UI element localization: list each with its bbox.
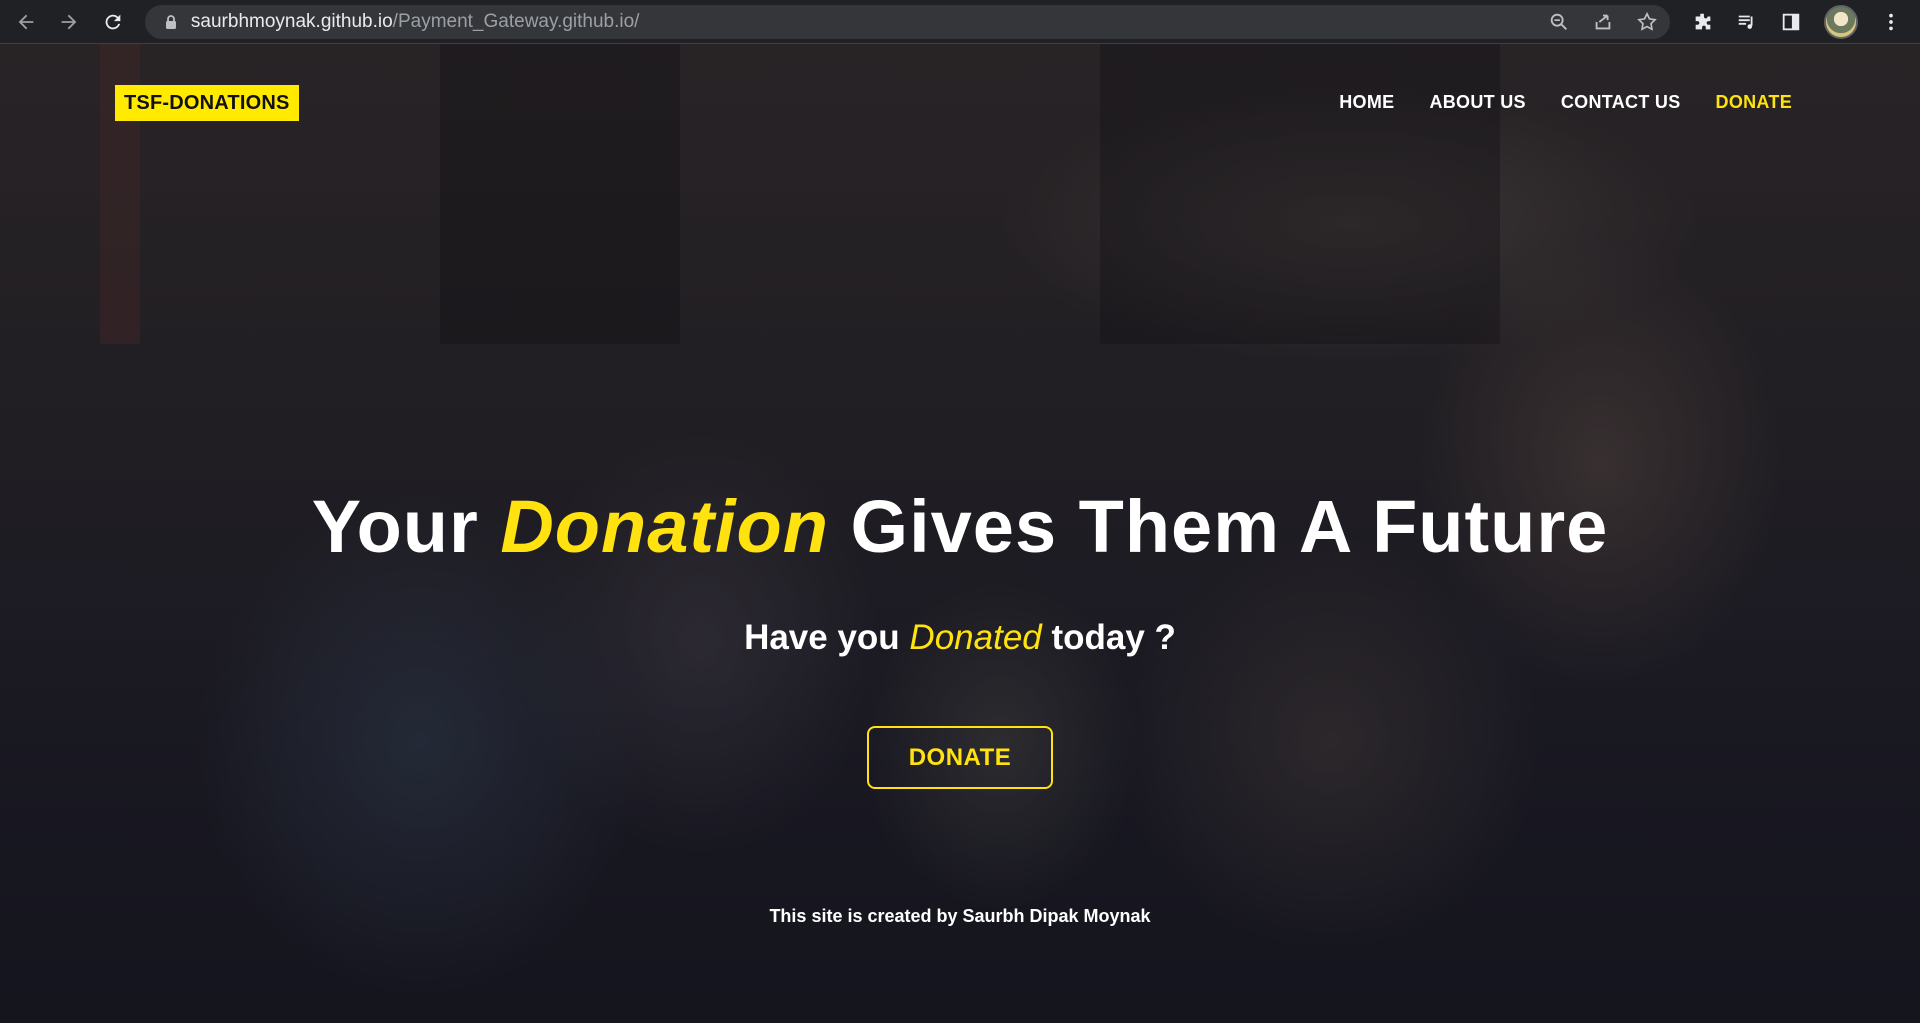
- address-bar[interactable]: saurbhmoynak.github.io/Payment_Gateway.g…: [144, 4, 1670, 39]
- nav-about-us[interactable]: ABOUT US: [1429, 92, 1525, 113]
- url-host: saurbhmoynak.github.io: [190, 10, 393, 32]
- media-icon[interactable]: [1736, 11, 1758, 33]
- sidepanel-icon[interactable]: [1780, 11, 1802, 33]
- main-nav: HOME ABOUT US CONTACT US DONATE: [1339, 92, 1792, 113]
- browser-toolbar: saurbhmoynak.github.io/Payment_Gateway.g…: [0, 0, 1920, 44]
- forward-button[interactable]: [52, 4, 88, 40]
- headline-before: Your: [311, 485, 501, 568]
- nav-contact-us[interactable]: CONTACT US: [1561, 92, 1681, 113]
- subline-after: today ?: [1041, 618, 1176, 657]
- nav-donate[interactable]: DONATE: [1716, 92, 1792, 113]
- nav-home[interactable]: HOME: [1339, 92, 1394, 113]
- share-icon[interactable]: [1592, 11, 1614, 33]
- site-logo[interactable]: TSF-DONATIONS: [115, 85, 299, 121]
- hero-subline: Have you Donated today ?: [0, 618, 1920, 658]
- back-button[interactable]: [8, 4, 44, 40]
- star-icon[interactable]: [1636, 11, 1658, 33]
- lock-icon: [165, 14, 176, 29]
- headline-accent: Donation: [500, 485, 829, 568]
- zoom-icon[interactable]: [1548, 11, 1570, 33]
- reload-button[interactable]: [95, 4, 131, 40]
- menu-icon[interactable]: [1880, 11, 1902, 33]
- subline-before: Have you: [744, 618, 910, 657]
- url-path: /Payment_Gateway.github.io/: [392, 10, 640, 32]
- back-icon: [18, 14, 34, 29]
- hero-section: TSF-DONATIONS HOME ABOUT US CONTACT US D…: [0, 44, 1920, 1023]
- reload-icon: [105, 14, 121, 29]
- site-credit: This site is created by Saurbh Dipak Moy…: [769, 906, 1151, 926]
- donate-button[interactable]: DONATE: [867, 726, 1053, 789]
- profile-avatar[interactable]: [1823, 4, 1858, 39]
- forward-icon: [62, 14, 77, 29]
- extensions-icon[interactable]: [1692, 11, 1714, 33]
- headline-after: Gives Them A Future: [828, 485, 1609, 568]
- subline-accent: Donated: [909, 618, 1042, 657]
- hero-headline: Your Donation Gives Them A Future: [0, 484, 1920, 569]
